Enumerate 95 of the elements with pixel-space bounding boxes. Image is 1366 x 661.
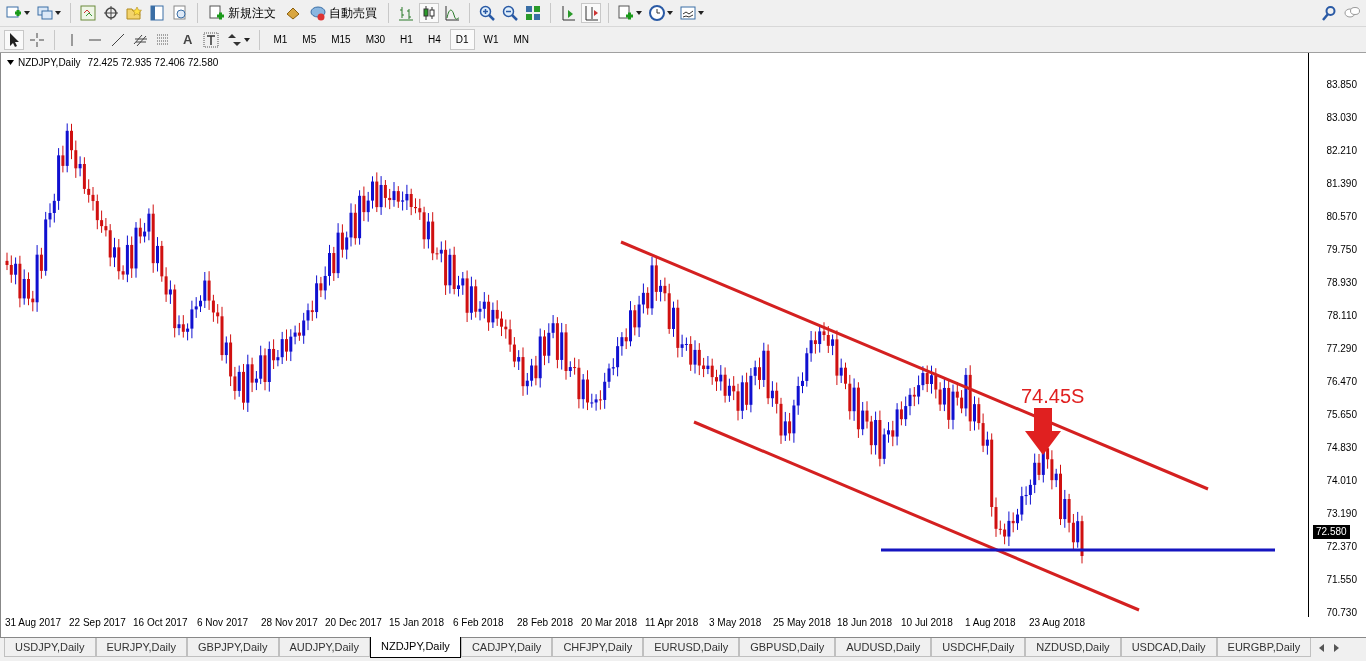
current-price-label: 72.580 (1313, 525, 1350, 539)
chart-tab[interactable]: USDCAD,Daily (1120, 638, 1217, 657)
auto-scroll-icon[interactable] (583, 5, 599, 21)
new-order-button[interactable]: 新規注文 (205, 2, 280, 24)
price-label: 81.390 (1326, 178, 1357, 191)
date-label: 16 Oct 2017 (133, 617, 189, 628)
candlestick-chart-icon[interactable] (421, 5, 437, 21)
timeframe-button[interactable]: M5 (296, 29, 323, 50)
price-label: 83.850 (1326, 79, 1357, 92)
text-label-icon[interactable] (203, 31, 220, 48)
chart-tab[interactable]: EURGBP,Daily (1216, 638, 1312, 657)
chat-icon[interactable] (1344, 5, 1360, 21)
chart-tab[interactable]: GBPJPY,Daily (187, 638, 279, 657)
arrows-icon[interactable] (226, 31, 243, 48)
price-label: 73.190 (1326, 507, 1357, 520)
search-icon[interactable] (1321, 5, 1337, 21)
chart-tab[interactable]: CADJPY,Daily (460, 638, 553, 657)
date-label: 23 Aug 2018 (1029, 617, 1087, 628)
chart-tab[interactable]: EURJPY,Daily (95, 638, 187, 657)
date-label: 20 Mar 2018 (581, 617, 639, 628)
new-chart-icon[interactable] (6, 5, 22, 21)
price-label: 76.470 (1326, 376, 1357, 389)
line-chart-icon[interactable] (444, 5, 460, 21)
timeframe-button[interactable]: W1 (477, 29, 505, 50)
chart-tab[interactable]: NZDJPY,Daily (370, 637, 461, 658)
price-label: 72.370 (1326, 540, 1357, 553)
clock-icon[interactable] (649, 5, 665, 21)
price-label: 78.930 (1326, 277, 1357, 290)
timeframe-button[interactable]: M30 (359, 29, 392, 50)
symbol-label: NZDJPY,Daily (18, 57, 81, 68)
date-label: 28 Feb 2018 (517, 617, 575, 628)
price-label: 71.550 (1326, 573, 1357, 586)
date-label: 6 Feb 2018 (453, 617, 505, 628)
indicators-icon[interactable] (618, 5, 634, 21)
timeframe-button[interactable]: M15 (325, 29, 357, 50)
price-label: 83.030 (1326, 112, 1357, 125)
scroll-right-icon[interactable] (1334, 644, 1340, 652)
timeframe-button[interactable]: D1 (449, 29, 475, 50)
timeframe-button[interactable]: H1 (394, 29, 419, 50)
price-label: 79.750 (1326, 244, 1357, 257)
crosshair-icon[interactable] (103, 5, 119, 21)
caret-icon[interactable] (244, 37, 251, 42)
zoom-in-icon[interactable] (479, 5, 495, 21)
date-label: 15 Jan 2018 (389, 617, 446, 628)
date-label: 11 Apr 2018 (645, 617, 700, 628)
date-label: 1 Aug 2018 (965, 617, 1017, 628)
date-label: 10 Jul 2018 (901, 617, 954, 628)
price-label: 80.570 (1326, 211, 1357, 224)
caret-icon[interactable] (7, 60, 14, 65)
date-label: 31 Aug 2017 (5, 617, 63, 628)
chart-tab[interactable]: EURUSD,Daily (643, 638, 740, 657)
text-tool[interactable]: A (177, 32, 199, 47)
zoom-out-icon[interactable] (502, 5, 518, 21)
navigator-icon[interactable] (149, 5, 165, 21)
date-label: 28 Nov 2017 (261, 617, 319, 628)
caret-icon[interactable] (24, 11, 30, 15)
scroll-left-icon[interactable] (1319, 644, 1325, 652)
annotation-label: 74.45S (1021, 385, 1085, 407)
ohlc-values: 72.425 72.935 72.406 72.580 (87, 57, 219, 68)
auto-trading-button[interactable]: 自動売買 (306, 2, 381, 24)
bar-chart-icon[interactable] (398, 5, 414, 21)
folder-star-icon[interactable] (126, 5, 142, 21)
date-label: 25 May 2018 (773, 617, 832, 628)
new-order-icon (209, 5, 225, 21)
price-label: 75.650 (1326, 409, 1357, 421)
price-label: 77.290 (1326, 343, 1357, 356)
date-label: 22 Sep 2017 (69, 617, 127, 628)
date-label: 3 May 2018 (709, 617, 763, 628)
caret-icon[interactable] (698, 11, 704, 15)
chart-tab[interactable]: CHFJPY,Daily (552, 638, 644, 657)
price-label: 74.010 (1326, 474, 1357, 487)
price-label: 82.210 (1326, 145, 1357, 158)
down-arrow (1025, 408, 1061, 455)
timeframe-button[interactable]: MN (507, 29, 536, 50)
price-label: 78.110 (1327, 310, 1357, 323)
timeframe-button[interactable]: M1 (267, 29, 294, 50)
caret-icon[interactable] (667, 11, 673, 15)
date-label: 18 Jun 2018 (837, 617, 894, 628)
caret-icon[interactable] (55, 11, 61, 15)
date-label: 6 Nov 2017 (197, 617, 250, 628)
chart-tab[interactable]: AUDJPY,Daily (278, 638, 370, 657)
price-label: 70.730 (1326, 606, 1357, 619)
timeframe-button[interactable]: H4 (421, 29, 447, 50)
templates-icon[interactable] (680, 5, 696, 21)
date-label: 20 Dec 2017 (325, 617, 383, 628)
chart-shift-icon[interactable] (560, 5, 576, 21)
chart-tab[interactable]: AUDUSD,Daily (835, 638, 932, 657)
caret-icon[interactable] (636, 11, 642, 15)
price-label: 74.830 (1326, 441, 1357, 454)
chart-tab[interactable]: NZDUSD,Daily (1025, 638, 1121, 657)
trend-line-icon[interactable] (110, 31, 126, 48)
tile-windows-icon[interactable] (525, 5, 541, 21)
chart-tab[interactable]: GBPUSD,Daily (739, 638, 836, 657)
chart-tab[interactable]: USDJPY,Daily (4, 638, 96, 657)
chart-tab[interactable]: USDCHF,Daily (931, 638, 1026, 657)
